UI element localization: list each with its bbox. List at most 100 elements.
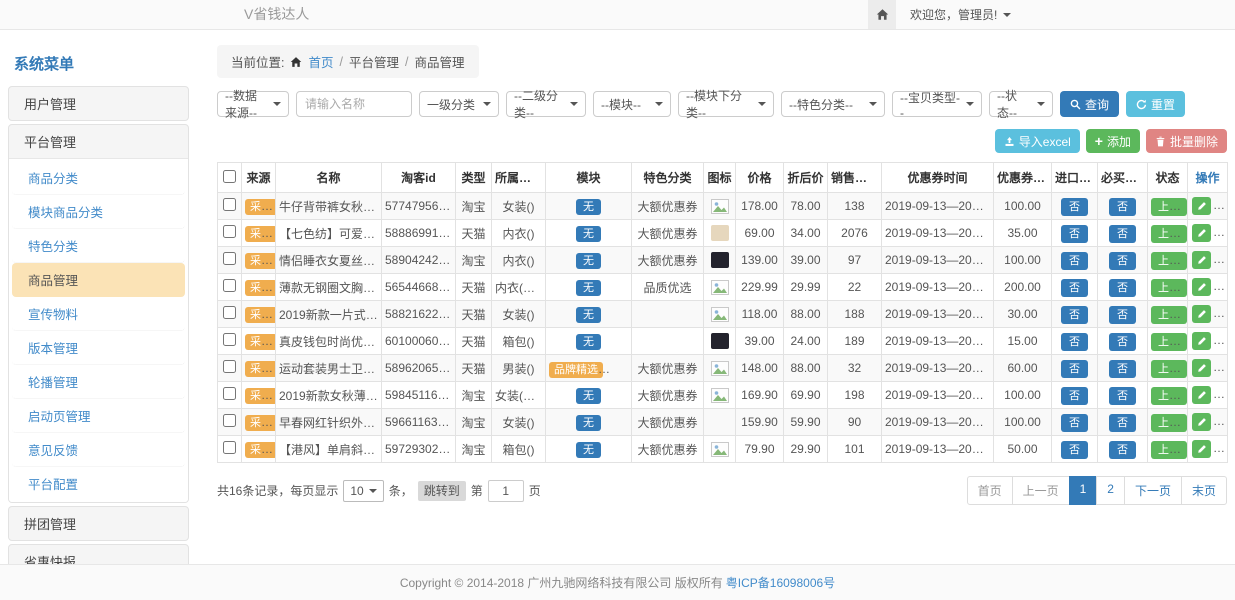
must-buy-toggle[interactable]: 否 <box>1109 198 1136 216</box>
import-select-toggle[interactable]: 否 <box>1061 252 1088 270</box>
edit-icon <box>1197 228 1207 238</box>
must-buy-toggle[interactable]: 否 <box>1109 225 1136 243</box>
row-checkbox[interactable] <box>223 387 236 400</box>
sidebar-section-toggle[interactable]: 平台管理 <box>9 125 188 158</box>
must-buy-toggle[interactable]: 否 <box>1109 306 1136 324</box>
import-select-toggle[interactable]: 否 <box>1061 387 1088 405</box>
filter-select[interactable]: --模块下分类-- <box>678 91 774 117</box>
batch-delete-button[interactable]: 批量删除 <box>1146 129 1227 153</box>
reset-button[interactable]: 重置 <box>1126 91 1185 117</box>
filter-select[interactable]: --数据来源-- <box>217 91 289 117</box>
import-select-toggle[interactable]: 否 <box>1061 441 1088 459</box>
select-all-checkbox[interactable] <box>223 170 236 183</box>
sidebar-section-toggle[interactable]: 用户管理 <box>9 87 188 120</box>
next-page-button[interactable]: 下一页 <box>1124 476 1182 505</box>
name-search-input[interactable] <box>296 91 412 117</box>
row-checkbox[interactable] <box>223 306 236 319</box>
row-select-cell <box>218 193 242 220</box>
table-toolbar: 导入excel + 添加 批量删除 <box>217 129 1227 153</box>
user-menu[interactable]: 欢迎您，管理员! <box>910 6 1011 23</box>
sidebar-item[interactable]: 商品分类 <box>12 161 185 195</box>
row-checkbox[interactable] <box>223 198 236 211</box>
sidebar-section-toggle[interactable]: 省惠快报 <box>9 545 188 564</box>
status-button[interactable]: 上架 <box>1151 414 1187 432</box>
sidebar-item[interactable]: 启动页管理 <box>12 399 185 433</box>
prev-page-button[interactable]: 上一页 <box>1012 476 1070 505</box>
sidebar-item[interactable]: 宣传物料 <box>12 297 185 331</box>
status-button[interactable]: 上架 <box>1151 333 1187 351</box>
must-buy-toggle[interactable]: 否 <box>1109 387 1136 405</box>
filter-select[interactable]: --宝贝类型-- <box>892 91 982 117</box>
edit-button[interactable] <box>1192 305 1211 323</box>
edit-button[interactable] <box>1192 386 1211 404</box>
sidebar-item[interactable]: 意见反馈 <box>12 433 185 467</box>
sidebar-item[interactable]: 平台配置 <box>12 467 185 500</box>
page-number-button[interactable]: 2 <box>1096 476 1125 505</box>
row-checkbox[interactable] <box>223 441 236 454</box>
row-checkbox[interactable] <box>223 414 236 427</box>
import-select-toggle[interactable]: 否 <box>1061 198 1088 216</box>
import-select-toggle[interactable]: 否 <box>1061 306 1088 324</box>
must-buy-toggle[interactable]: 否 <box>1109 441 1136 459</box>
status-button[interactable]: 上架 <box>1151 441 1187 459</box>
breadcrumb-home-link[interactable]: 首页 <box>308 52 333 71</box>
filter-select[interactable]: 一级分类 <box>419 91 499 117</box>
last-page-button[interactable]: 末页 <box>1181 476 1227 505</box>
sidebar-item[interactable]: 轮播管理 <box>12 365 185 399</box>
row-checkbox[interactable] <box>223 252 236 265</box>
import-select-toggle[interactable]: 否 <box>1061 279 1088 297</box>
row-checkbox[interactable] <box>223 279 236 292</box>
status-button[interactable]: 上架 <box>1151 198 1187 216</box>
must-buy-toggle[interactable]: 否 <box>1109 360 1136 378</box>
row-checkbox[interactable] <box>223 333 236 346</box>
sidebar-item[interactable]: 特色分类 <box>12 229 185 263</box>
import-select-toggle[interactable]: 否 <box>1061 225 1088 243</box>
sidebar-item[interactable]: 商品管理 <box>12 263 185 297</box>
filter-select[interactable]: --状态-- <box>989 91 1053 117</box>
icp-link[interactable]: 粤ICP备16098006号 <box>726 574 835 591</box>
import-select-toggle[interactable]: 否 <box>1061 414 1088 432</box>
module-badge: 无 <box>576 442 601 458</box>
status-button[interactable]: 上架 <box>1151 225 1187 243</box>
sidebar-item[interactable]: 版本管理 <box>12 331 185 365</box>
edit-button[interactable] <box>1192 332 1211 350</box>
edit-button[interactable] <box>1192 251 1211 269</box>
row-checkbox[interactable] <box>223 360 236 373</box>
page-number-input[interactable] <box>488 480 524 502</box>
first-page-button[interactable]: 首页 <box>967 476 1013 505</box>
filter-select[interactable]: --特色分类-- <box>781 91 885 117</box>
filter-select[interactable]: --模块-- <box>593 91 671 117</box>
edit-button[interactable] <box>1192 359 1211 377</box>
edit-button[interactable] <box>1192 413 1211 431</box>
status-cell: 上架 <box>1148 193 1188 220</box>
page-number-button[interactable]: 1 <box>1069 476 1098 505</box>
status-button[interactable]: 上架 <box>1151 252 1187 270</box>
status-button[interactable]: 上架 <box>1151 279 1187 297</box>
jump-button[interactable]: 跳转到 <box>418 481 466 501</box>
status-button[interactable]: 上架 <box>1151 387 1187 405</box>
row-checkbox[interactable] <box>223 225 236 238</box>
add-button[interactable]: + 添加 <box>1086 129 1140 153</box>
edit-button[interactable] <box>1192 440 1211 458</box>
must-buy-toggle[interactable]: 否 <box>1109 414 1136 432</box>
home-button[interactable] <box>868 0 896 29</box>
must-buy-toggle[interactable]: 否 <box>1109 333 1136 351</box>
import-excel-button[interactable]: 导入excel <box>995 129 1080 153</box>
filter-select[interactable]: --二级分类-- <box>506 91 586 117</box>
icon-cell <box>704 328 736 355</box>
status-button[interactable]: 上架 <box>1151 306 1187 324</box>
edit-button[interactable] <box>1192 224 1211 242</box>
must-buy-toggle[interactable]: 否 <box>1109 252 1136 270</box>
must-buy-cell: 否 <box>1098 274 1148 301</box>
sidebar-item[interactable]: 模块商品分类 <box>12 195 185 229</box>
import-select-toggle[interactable]: 否 <box>1061 360 1088 378</box>
must-buy-toggle[interactable]: 否 <box>1109 279 1136 297</box>
edit-button[interactable] <box>1192 197 1211 215</box>
import-select-toggle[interactable]: 否 <box>1061 333 1088 351</box>
page-size-select[interactable]: 10 <box>343 480 383 502</box>
sidebar-section-toggle[interactable]: 拼团管理 <box>9 507 188 540</box>
search-button[interactable]: 查询 <box>1060 91 1119 117</box>
status-button[interactable]: 上架 <box>1151 360 1187 378</box>
edit-button[interactable] <box>1192 278 1211 296</box>
actions-cell <box>1188 220 1228 247</box>
